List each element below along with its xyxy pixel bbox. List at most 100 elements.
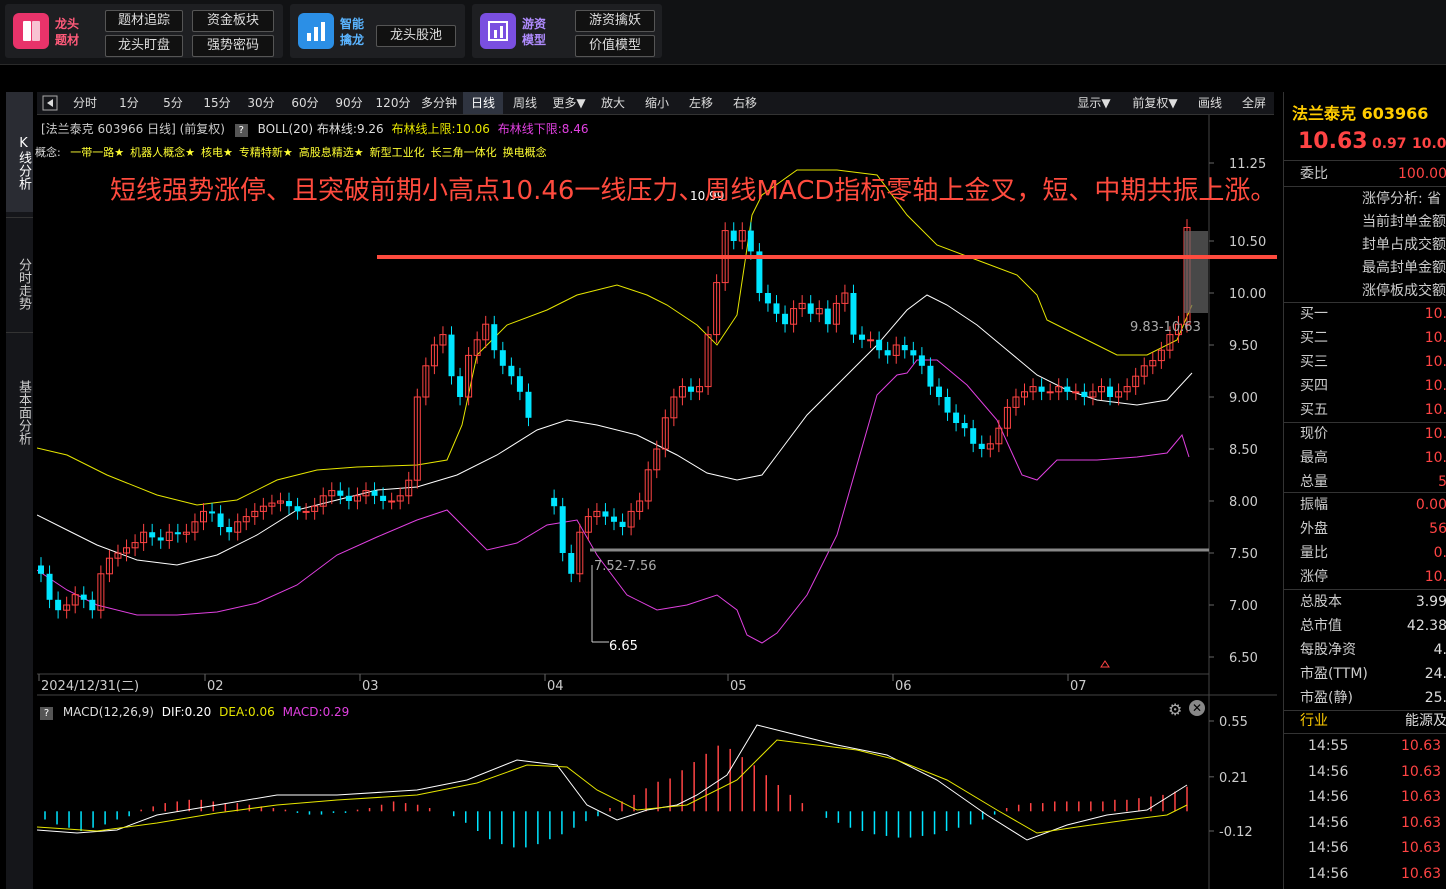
quote-row: 现价 10. (1284, 422, 1446, 446)
macd-y-tick-label: 0.55 (1219, 715, 1248, 730)
dragon-watch-button[interactable]: 龙头盯盘 (105, 35, 183, 57)
candle-body (1081, 391, 1088, 397)
collapse-icon[interactable] (41, 92, 59, 114)
period-button[interactable]: 5分 (151, 92, 195, 114)
period-button[interactable]: 120分 (371, 92, 415, 114)
macd-help-icon[interactable]: ? (40, 707, 53, 720)
candle-body (602, 511, 609, 517)
nav-kline[interactable]: K线分析 (6, 92, 33, 212)
quote-row: 市盈(静) 25. (1284, 686, 1446, 710)
candle-body (46, 573, 53, 600)
toolbar-right-button[interactable]: 显示▼ (1067, 92, 1121, 114)
period-button[interactable]: 30分 (239, 92, 283, 114)
period-button[interactable]: 放大 (591, 92, 635, 114)
period-button[interactable]: 周线 (503, 92, 547, 114)
candle-body (807, 303, 814, 314)
period-button[interactable]: 左移 (679, 92, 723, 114)
concept-tag[interactable]: 长三角一体化 (431, 146, 497, 159)
boll-upper-line (37, 169, 1193, 506)
gear-icon[interactable]: ⚙ (1168, 700, 1186, 719)
toolbar-right-button[interactable]: 前复权▼ (1122, 92, 1188, 114)
hot-money-logo-icon (480, 13, 516, 49)
boll-lower: 布林线下限:8.46 (497, 122, 589, 136)
price-pct: 10.0 (1412, 136, 1446, 152)
period-button[interactable]: 日线 (463, 92, 503, 114)
y-tick-label: 10.50 (1229, 235, 1266, 250)
period-button[interactable]: 90分 (327, 92, 371, 114)
boll-upper: 布林线上限:10.06 (391, 122, 490, 136)
group-title: 智能擒龙 (340, 17, 365, 47)
concept-tag[interactable]: 机器人概念★ (130, 146, 195, 159)
group-title: 游资模型 (522, 17, 547, 47)
toolbar-right-button[interactable]: 画线 (1189, 92, 1231, 114)
candle-body (38, 565, 44, 574)
x-tick-label: 06 (895, 679, 912, 694)
candle-body (388, 500, 396, 503)
quote-label: 涨停 (1300, 569, 1328, 585)
theme-tracking-button[interactable]: 题材追踪 (105, 10, 183, 32)
concept-tag[interactable]: 新型工业化 (370, 146, 425, 159)
candle-body (1072, 391, 1080, 394)
candle-body (747, 230, 754, 252)
candle-body (859, 334, 866, 340)
price-change: 0.97 (1372, 136, 1407, 152)
candle-body (559, 506, 566, 553)
candle-body (89, 599, 96, 611)
y-tick-label: 9.50 (1229, 339, 1258, 354)
quote-value: 10. (1424, 402, 1446, 418)
quote-value: 0. (1433, 545, 1446, 561)
candle-body (568, 553, 575, 574)
quote-row: 涨停 10. (1284, 565, 1446, 589)
candle-body (918, 355, 925, 366)
value-model-button[interactable]: 价值模型 (575, 35, 655, 57)
period-button[interactable]: 分时 (63, 92, 107, 114)
tick-row: 14:56 10.63 (1284, 760, 1446, 784)
candle-body (961, 423, 968, 429)
candle-body (850, 293, 857, 335)
nav-intraday[interactable]: 分时走势 (6, 217, 33, 327)
fund-sector-button[interactable]: 资金板块 (192, 10, 274, 32)
hot-money-monster-button[interactable]: 游资擒妖 (575, 10, 655, 32)
concept-tag[interactable]: 换电概念 (503, 146, 547, 159)
period-button[interactable]: 缩小 (635, 92, 679, 114)
candle-body (1107, 386, 1114, 397)
nav-fundamental[interactable]: 基本面分析 (6, 332, 33, 472)
toolbar-right-button[interactable]: 全屏 (1233, 92, 1275, 114)
period-button[interactable]: 更多▼ (547, 92, 591, 114)
macd-title: MACD(12,26,9) (62, 705, 154, 719)
period-button[interactable]: 多分钟 (415, 92, 463, 114)
quote-value: 10. (1424, 354, 1446, 370)
concept-tag[interactable]: 一带一路★ (70, 146, 124, 159)
kline-chart[interactable]: 11.25 10.50 10.00 9.50 9.00 8.50 8.00 7.50 7.00 6… (37, 115, 1277, 889)
candle-body (55, 599, 62, 611)
concept-tag[interactable]: 核电★ (201, 146, 233, 159)
x-tick-label: 04 (547, 679, 564, 694)
concept-tag[interactable]: 专精特新★ (239, 146, 293, 159)
period-button[interactable]: 右移 (723, 92, 767, 114)
period-button[interactable]: 15分 (195, 92, 239, 114)
low-price-label: 6.65 (609, 639, 638, 654)
quote-row: 总市值 42.38 (1284, 614, 1446, 638)
candle-body (935, 386, 942, 397)
close-icon[interactable]: ✕ (1189, 700, 1205, 716)
candle-body (491, 324, 498, 351)
quote-row: 外盘 56 (1284, 517, 1446, 541)
period-button[interactable]: 60分 (283, 92, 327, 114)
kline-chart-area[interactable]: 11.25 10.50 10.00 9.50 9.00 8.50 8.00 7.50 7.00 6… (35, 115, 1277, 889)
quote-value: 5 (1438, 474, 1446, 490)
help-icon[interactable]: ? (234, 124, 248, 137)
strong-code-button[interactable]: 强势密码 (192, 35, 274, 57)
dragon-pool-button[interactable]: 龙头股池 (376, 25, 456, 47)
y-tick-label: 10.00 (1229, 287, 1266, 302)
limit-up-analysis-line: 最高封单金额 (1362, 260, 1446, 276)
tick-row: 14:55 10.63 (1284, 734, 1446, 758)
tick-price: 10.63 (1401, 865, 1442, 882)
tick-row: 14:56 10.63 (1284, 811, 1446, 835)
x-tick-label: 03 (362, 679, 379, 694)
period-button[interactable]: 1分 (107, 92, 151, 114)
concept-tag[interactable]: 高股息精选★ (299, 146, 364, 159)
candle-body (876, 339, 883, 351)
quote-label: 买一 (1300, 306, 1328, 322)
candle-body (1038, 386, 1045, 392)
candle-body (944, 397, 951, 413)
